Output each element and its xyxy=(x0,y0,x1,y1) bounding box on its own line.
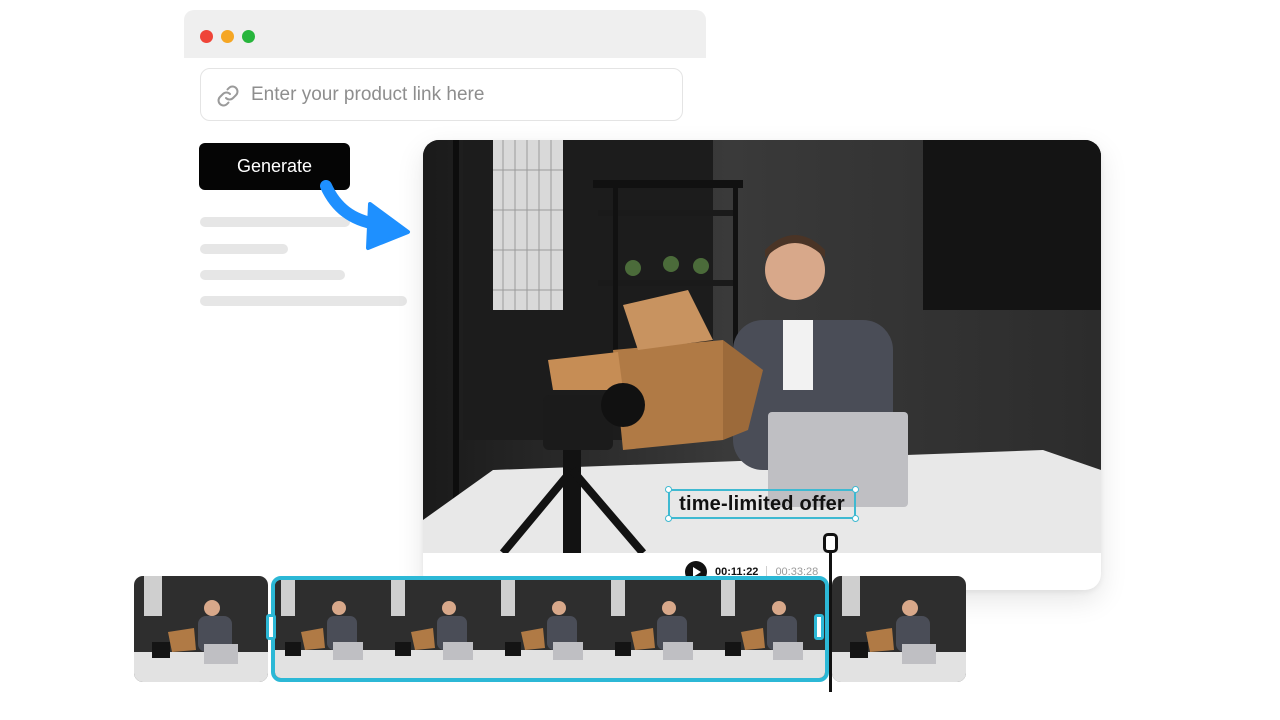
clip-thumbnail-strip xyxy=(275,580,825,678)
playhead-handle[interactable] xyxy=(823,533,838,553)
trim-handle-right[interactable] xyxy=(814,614,824,640)
resize-handle[interactable] xyxy=(665,486,672,493)
skeleton-line xyxy=(200,270,345,280)
clip-thumbnail xyxy=(832,576,966,682)
skeleton-line xyxy=(200,296,407,306)
playhead-line[interactable] xyxy=(829,546,832,692)
resize-handle[interactable] xyxy=(665,515,672,522)
video-preview-card: time-limited offer 00:11:22 00:33:28 xyxy=(423,140,1101,590)
video-timeline[interactable] xyxy=(134,576,966,682)
video-frame[interactable]: time-limited offer xyxy=(423,140,1101,553)
resize-handle[interactable] xyxy=(852,515,859,522)
close-window-dot[interactable] xyxy=(200,30,213,43)
product-link-field[interactable] xyxy=(200,68,683,121)
minimize-window-dot[interactable] xyxy=(221,30,234,43)
selected-timeline-clip[interactable] xyxy=(271,576,829,682)
link-icon xyxy=(217,85,239,107)
curved-arrow-icon xyxy=(320,180,410,250)
product-link-input[interactable] xyxy=(251,77,671,113)
maximize-window-dot[interactable] xyxy=(242,30,255,43)
caption-text: time-limited offer xyxy=(679,492,845,515)
caption-text-box[interactable]: time-limited offer xyxy=(665,486,859,522)
clip-thumbnail xyxy=(134,576,268,682)
trim-handle-left[interactable] xyxy=(266,614,276,640)
resize-handle[interactable] xyxy=(852,486,859,493)
timeline-clip[interactable] xyxy=(134,576,268,682)
skeleton-line xyxy=(200,244,288,254)
timeline-clip[interactable] xyxy=(832,576,966,682)
browser-title-bar xyxy=(184,10,706,58)
